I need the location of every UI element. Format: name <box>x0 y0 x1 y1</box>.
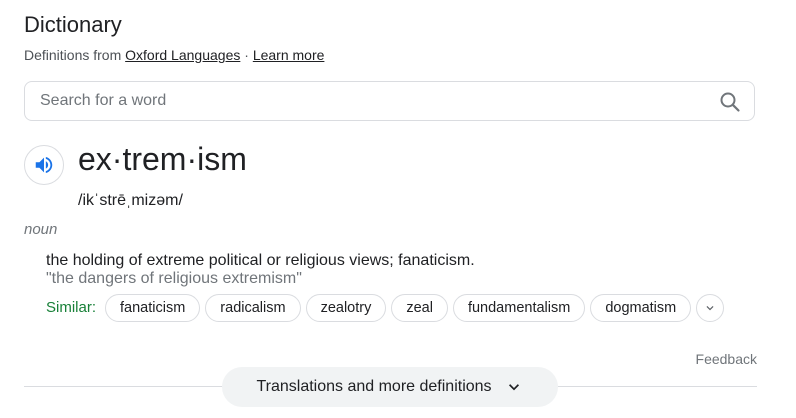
similar-chip-radicalism[interactable]: radicalism <box>205 294 301 322</box>
chevron-down-icon <box>504 377 524 397</box>
translations-more-button[interactable]: Translations and more definitions <box>222 367 558 407</box>
speaker-icon <box>33 154 55 176</box>
phonetic-spelling: /ikˈstrēˌmizəm/ <box>78 192 183 209</box>
source-separator: · <box>240 47 253 63</box>
search-icon[interactable] <box>718 90 742 114</box>
similar-chip-fanaticism[interactable]: fanaticism <box>105 294 201 322</box>
search-input[interactable] <box>40 82 700 120</box>
similar-chip-dogmatism[interactable]: dogmatism <box>590 294 692 322</box>
definition-text: the holding of extreme political or reli… <box>46 252 475 269</box>
headword: ex·trem·ism <box>78 141 247 177</box>
source-prefix: Definitions from <box>24 47 126 63</box>
learn-more-link[interactable]: Learn more <box>253 47 325 63</box>
example-sentence: "the dangers of religious extremism" <box>46 270 302 287</box>
similar-label: Similar: <box>46 299 97 316</box>
expand-similar-button[interactable] <box>696 294 725 322</box>
oxford-languages-link[interactable]: Oxford Languages <box>125 47 240 63</box>
chevron-down-icon <box>703 301 717 315</box>
similar-chip-zeal[interactable]: zeal <box>391 294 448 322</box>
pronunciation-button[interactable] <box>24 145 64 185</box>
page-title: Dictionary <box>24 12 122 37</box>
similar-chip-fundamentalism[interactable]: fundamentalism <box>452 294 586 322</box>
similar-words-row: Similar: fanaticism radicalism zealotry … <box>46 294 725 322</box>
source-line: Definitions from Oxford Languages · Lear… <box>24 46 324 64</box>
part-of-speech: noun <box>24 221 58 238</box>
similar-chip-zealotry[interactable]: zealotry <box>305 294 387 322</box>
translations-more-label: Translations and more definitions <box>256 378 492 395</box>
feedback-link[interactable]: Feedback <box>696 351 757 367</box>
dictionary-card: Dictionary Definitions from Oxford Langu… <box>0 0 796 418</box>
search-box <box>24 81 755 121</box>
